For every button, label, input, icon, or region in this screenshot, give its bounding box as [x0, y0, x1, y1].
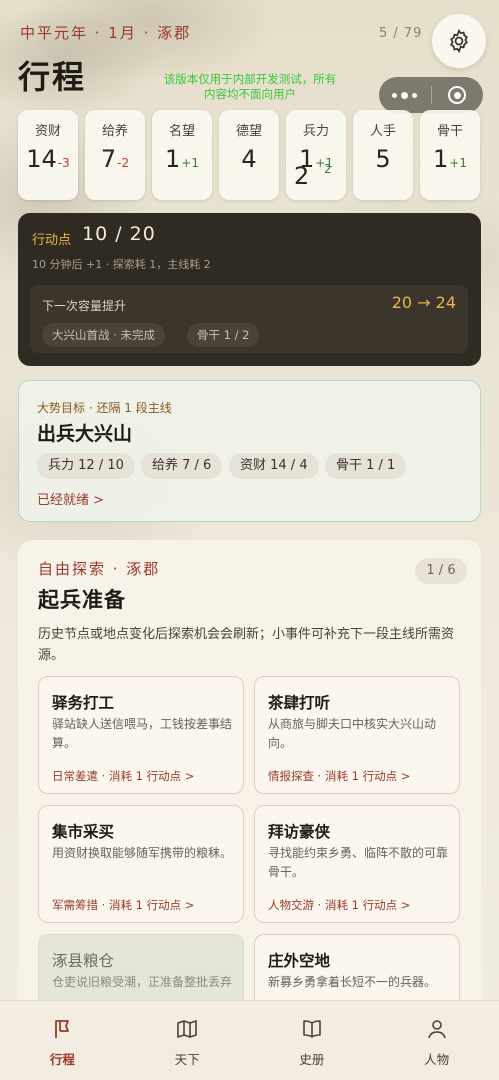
task-title: 拜访豪侠	[268, 823, 331, 841]
stat-card-jiyang[interactable]: 给养 7-2	[85, 110, 145, 200]
stat-delta: +1	[449, 156, 467, 170]
capacity-upgrade-box: 下一次容量提升 20 → 24 大兴山首战 · 未完成 骨干 1 / 2	[30, 285, 468, 353]
person-icon	[427, 1020, 446, 1039]
tab-label: 行程	[49, 1052, 75, 1067]
target-icon	[448, 86, 467, 104]
requirement-chip: 大兴山首战 · 未完成	[42, 323, 165, 347]
stats-row: 资财 14-3 给养 7-2 名望 1+1 德望 4 兵力 1+1 2 2 人手…	[18, 110, 480, 200]
goal-ready-link[interactable]: 已经就绪 >	[37, 489, 104, 508]
task-card-locked[interactable]: 涿县粮仓 仓吏说旧粮受潮，正准备整批丢弃	[38, 934, 244, 1010]
goal-requirement-chip: 资财 14 / 4	[229, 453, 319, 479]
task-action[interactable]: 军需筹措 · 消耗 1 行动点 >	[52, 897, 194, 913]
goal-label: 大势目标 · 还隔 1 段主线	[37, 401, 172, 415]
explore-description: 历史节点或地点变化后探索机会会刷新；小事件可补充下一段主线所需资源。	[38, 627, 455, 663]
stat-label: 德望	[235, 124, 262, 139]
stat-label: 资财	[34, 124, 61, 139]
task-card[interactable]: 庄外空地 新募乡勇拿着长短不一的兵器。	[254, 934, 460, 1010]
tab-label: 人物	[424, 1052, 450, 1067]
stat-label: 兵力	[302, 124, 329, 139]
stat-card-gugan[interactable]: 骨干 1+1	[420, 110, 480, 200]
tab-world[interactable]: 天下	[125, 1001, 250, 1080]
action-points-value: 10 / 20	[82, 223, 156, 245]
bottom-tab-bar: 行程 天下 史册 人物	[0, 1000, 499, 1080]
task-title: 庄外空地	[268, 952, 331, 970]
task-desc: 从商旅与脚夫口中核实大兴山动向。	[268, 717, 437, 750]
tab-history[interactable]: 史册	[250, 1001, 375, 1080]
stat-value: 7	[100, 145, 117, 173]
task-card[interactable]: 拜访豪侠 寻找能约束乡勇、临阵不散的可靠骨干。 人物交游 · 消耗 1 行动点 …	[254, 805, 460, 923]
task-desc: 用资财换取能够随军携带的粮秣。	[52, 846, 233, 860]
stat-value: 5	[375, 145, 391, 173]
gear-icon	[450, 28, 468, 54]
action-points-regen: 10 分钟后 +1 · 探索耗 1，主线耗 2	[32, 258, 211, 271]
more-menu-button[interactable]	[379, 91, 431, 99]
action-points-card: 行动点 10 / 20 10 分钟后 +1 · 探索耗 1，主线耗 2 下一次容…	[18, 213, 481, 366]
stat-delta: -2	[117, 156, 130, 170]
stat-card-mingwang[interactable]: 名望 1+1	[152, 110, 212, 200]
task-action[interactable]: 人物交游 · 消耗 1 行动点 >	[268, 897, 410, 913]
stat-value: 1	[433, 145, 449, 173]
era-location: 中平元年 · 1月 · 涿郡	[20, 24, 192, 42]
stat-card-dewang[interactable]: 德望 4	[219, 110, 279, 200]
capacity-upgrade-range: 20 → 24	[391, 293, 456, 312]
page-counter: 5 / 79	[379, 26, 423, 41]
stat-label: 名望	[168, 124, 195, 139]
task-title: 驿务打工	[52, 694, 115, 712]
task-title: 茶肆打听	[268, 694, 331, 712]
grand-goal-card[interactable]: 大势目标 · 还隔 1 段主线 出兵大兴山 兵力 12 / 10 给养 7 / …	[18, 380, 481, 522]
task-title: 涿县粮仓	[52, 952, 115, 970]
stat-value: 4	[241, 145, 257, 173]
settings-button[interactable]	[432, 14, 486, 68]
stat-card-zicai[interactable]: 资财 14-3	[18, 110, 78, 200]
task-desc: 新募乡勇拿着长短不一的兵器。	[268, 975, 437, 989]
stat-label: 人手	[369, 124, 396, 139]
goal-requirement-chip: 骨干 1 / 1	[325, 453, 407, 479]
tab-itinerary[interactable]: 行程	[0, 1001, 125, 1080]
flag-icon	[55, 1020, 70, 1038]
task-card[interactable]: 茶肆打听 从商旅与脚夫口中核实大兴山动向。 情报探查 · 消耗 1 行动点 >	[254, 676, 460, 794]
explore-count-badge: 1 / 6	[415, 558, 467, 584]
stat-value: 14	[26, 145, 57, 173]
stat-value-wrap: 2	[294, 162, 310, 190]
free-explore-panel: 自由探索 · 涿郡 1 / 6 起兵准备 历史节点或地点变化后探索机会会刷新；小…	[18, 540, 481, 1010]
tab-label: 史册	[299, 1052, 325, 1067]
stat-delta: +1	[181, 156, 199, 170]
task-desc: 寻找能约束乡勇、临阵不散的可靠骨干。	[268, 846, 449, 879]
task-desc: 驿站缺人送信喂马，工钱按差事结算。	[52, 717, 233, 750]
capacity-upgrade-label: 下一次容量提升	[42, 299, 127, 313]
page-title: 行程	[18, 58, 87, 96]
task-action[interactable]: 情报探查 · 消耗 1 行动点 >	[268, 768, 410, 784]
map-icon	[177, 1020, 197, 1038]
explore-title: 起兵准备	[38, 588, 126, 612]
task-action[interactable]: 日常差遣 · 消耗 1 行动点 >	[52, 768, 194, 784]
task-card[interactable]: 驿务打工 驿站缺人送信喂马，工钱按差事结算。 日常差遣 · 消耗 1 行动点 >	[38, 676, 244, 794]
stat-delta-wrap: 2	[324, 162, 332, 176]
dev-notice: 该版本仅用于内部开发测试，所有内容均不面向用户	[163, 72, 337, 101]
requirement-chip: 骨干 1 / 2	[187, 323, 260, 347]
stat-label: 骨干	[436, 124, 463, 139]
tab-label: 天下	[174, 1052, 200, 1067]
book-icon	[303, 1020, 321, 1038]
stat-value: 1	[165, 145, 181, 173]
goal-requirement-chip: 给养 7 / 6	[141, 453, 223, 479]
explore-label: 自由探索 · 涿郡	[38, 560, 161, 578]
goal-requirement-chip: 兵力 12 / 10	[37, 453, 135, 479]
action-points-label: 行动点	[32, 233, 72, 248]
goal-title: 出兵大兴山	[37, 423, 133, 445]
stat-card-bingli[interactable]: 兵力 1+1 2 2	[286, 110, 346, 200]
task-title: 集市采买	[52, 823, 115, 841]
stat-card-renshou[interactable]: 人手 5	[353, 110, 413, 200]
close-miniprogram-button[interactable]	[431, 86, 483, 104]
task-card[interactable]: 集市采买 用资财换取能够随军携带的粮秣。 军需筹措 · 消耗 1 行动点 >	[38, 805, 244, 923]
stat-label: 给养	[101, 124, 128, 139]
stat-delta: -3	[57, 156, 70, 170]
task-desc: 仓吏说旧粮受潮，正准备整批丢弃	[52, 975, 233, 989]
miniprogram-capsule	[379, 77, 483, 113]
tab-characters[interactable]: 人物	[374, 1001, 499, 1080]
